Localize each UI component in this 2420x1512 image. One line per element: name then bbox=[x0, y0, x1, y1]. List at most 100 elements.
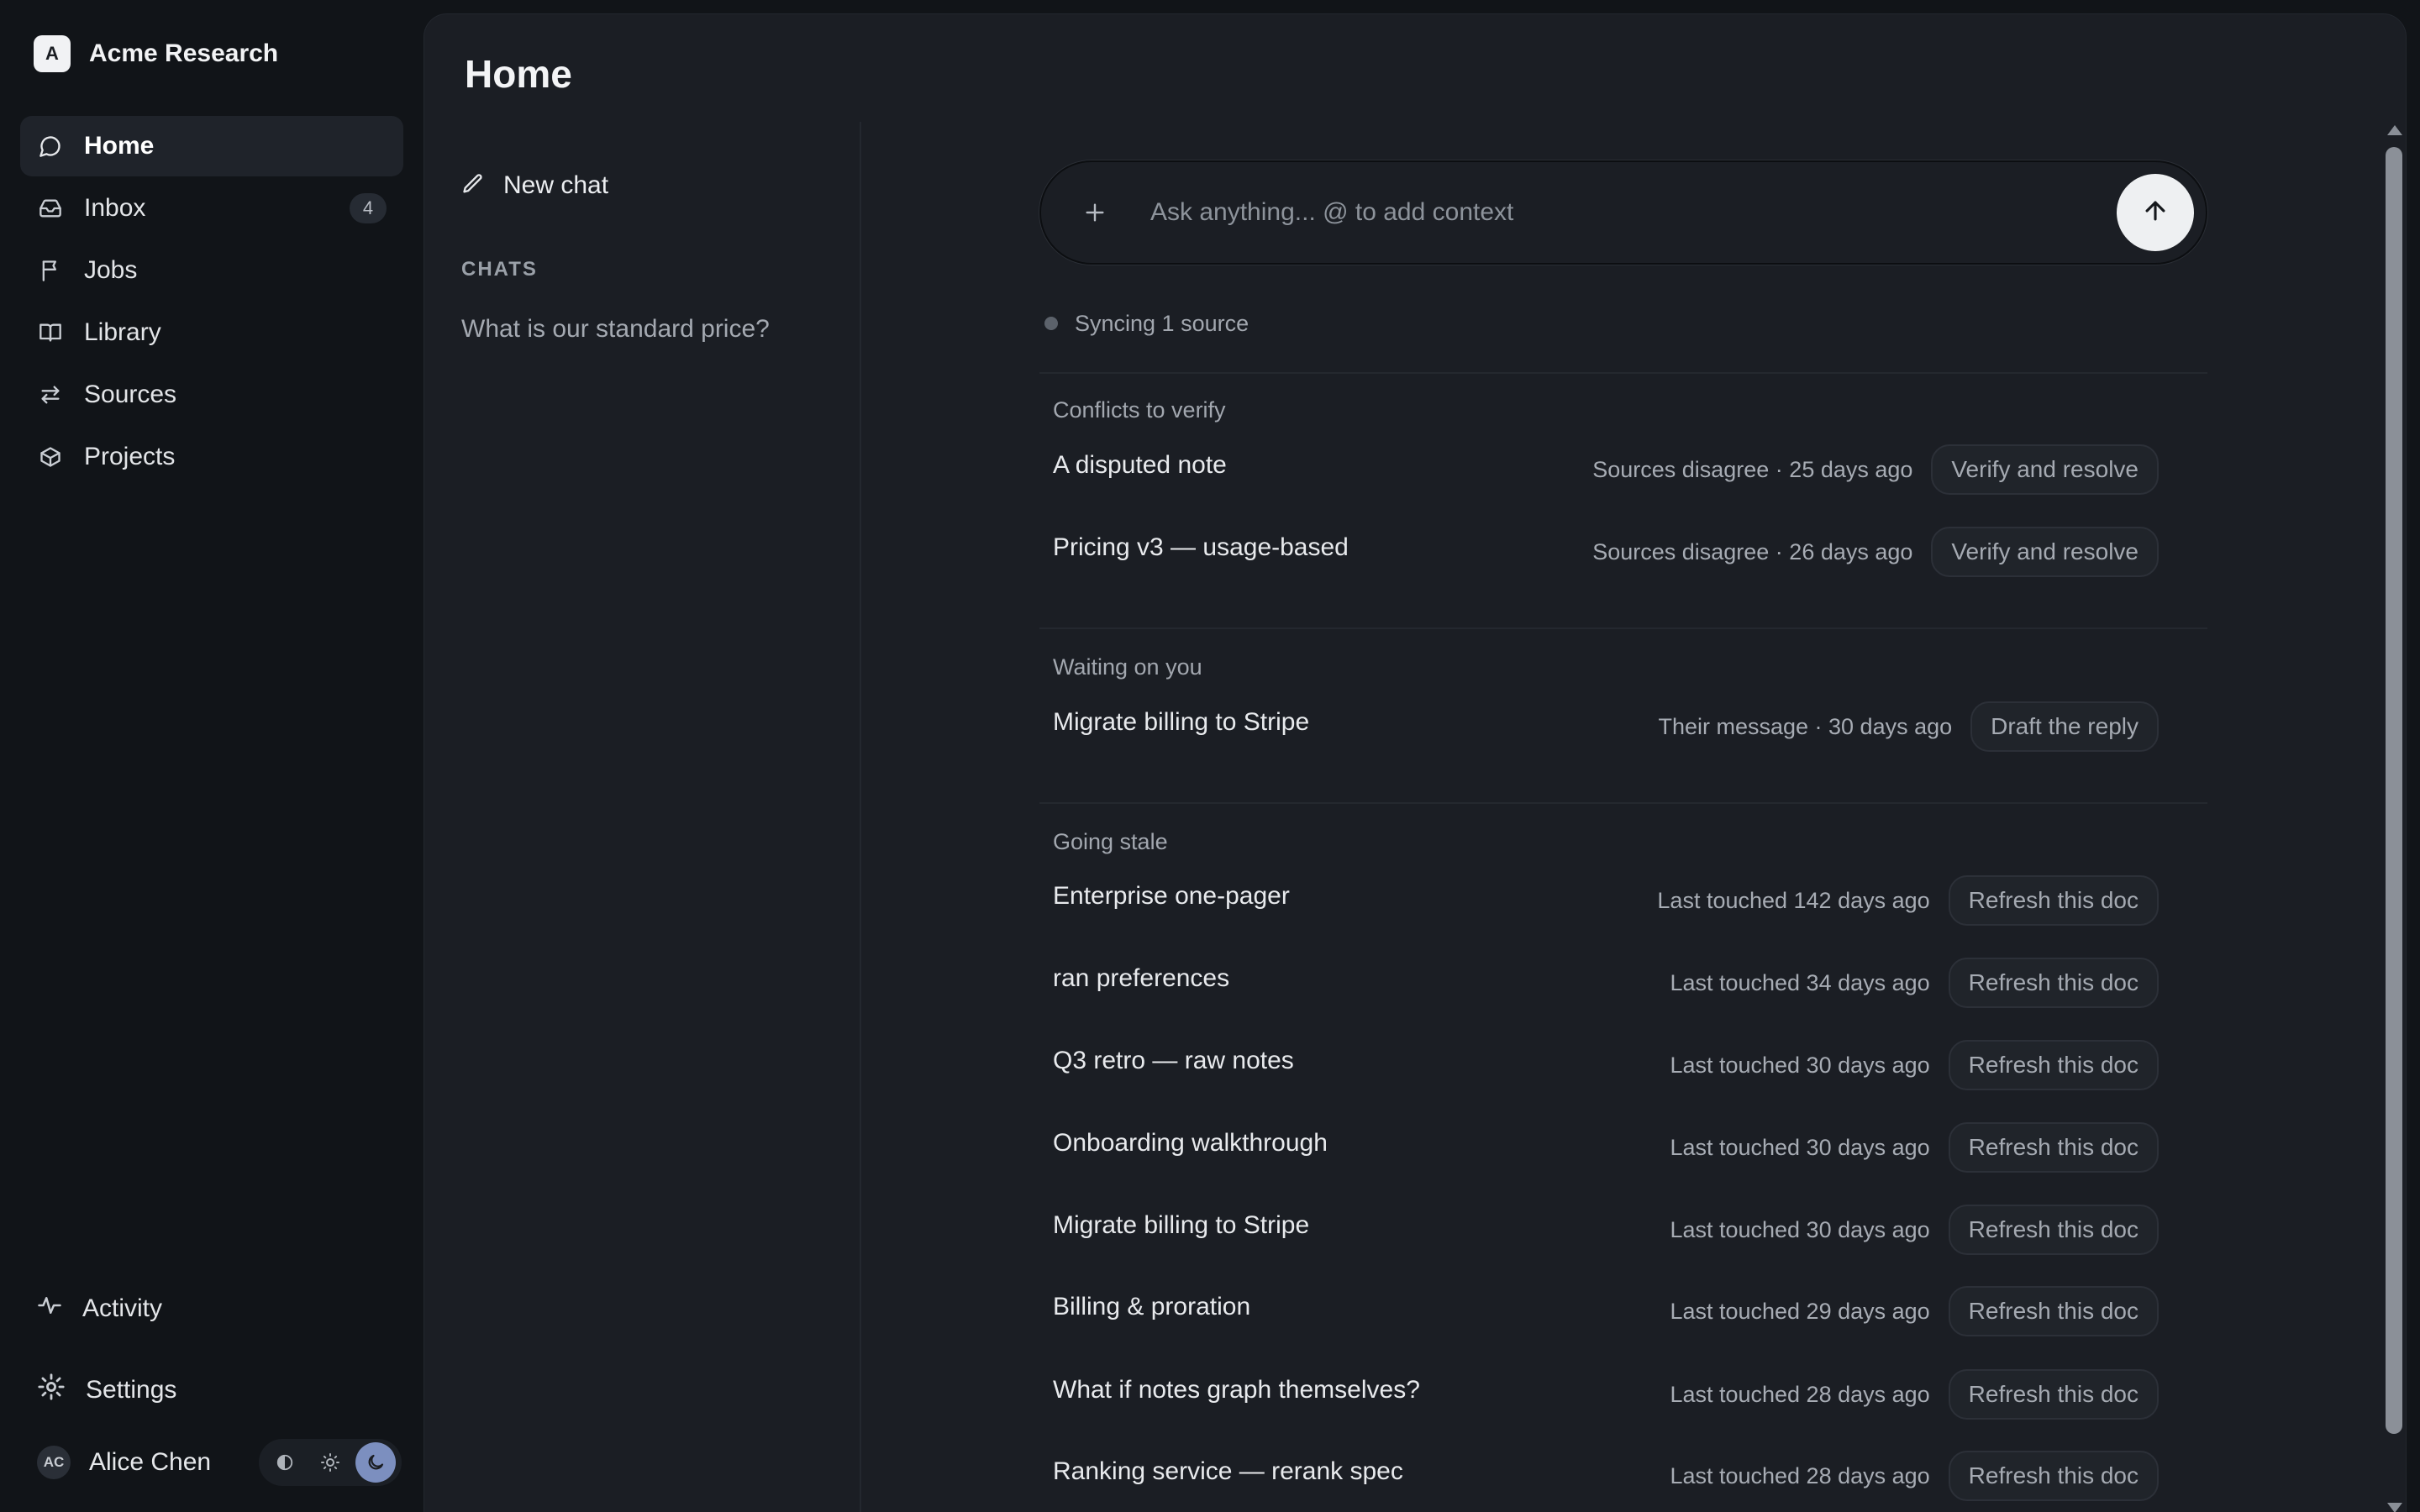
list-item: Pricing v3 — usage-based Sources disagre… bbox=[1053, 525, 2159, 579]
doc-title[interactable]: Q3 retro — raw notes bbox=[1053, 1047, 1294, 1075]
theme-toggle bbox=[259, 1439, 402, 1486]
draft-reply-button[interactable]: Draft the reply bbox=[1970, 701, 2159, 752]
doc-meta: Sources disagree · 25 days ago bbox=[1592, 456, 1913, 482]
doc-meta: Last touched 28 days ago bbox=[1670, 1462, 1930, 1488]
refresh-doc-button[interactable]: Refresh this doc bbox=[1948, 1122, 2159, 1173]
doc-title[interactable]: A disputed note bbox=[1053, 451, 1227, 480]
verify-resolve-button[interactable]: Verify and resolve bbox=[1931, 444, 2159, 495]
refresh-doc-button[interactable]: Refresh this doc bbox=[1948, 1286, 2159, 1336]
inbox-count-badge: 4 bbox=[350, 193, 387, 223]
ask-input[interactable] bbox=[1150, 187, 1991, 238]
sidebar-item-home[interactable]: Home bbox=[20, 116, 403, 176]
book-icon bbox=[37, 319, 64, 346]
sidebar-item-label: Projects bbox=[84, 443, 176, 470]
doc-meta: Sources disagree · 26 days ago bbox=[1592, 538, 1913, 564]
scroll-thumb[interactable] bbox=[2386, 147, 2402, 1434]
sidebar-item-library[interactable]: Library bbox=[20, 302, 403, 363]
doc-meta: Last touched 142 days ago bbox=[1657, 887, 1930, 913]
doc-meta: Last touched 28 days ago bbox=[1670, 1381, 1930, 1407]
sidebar-item-label: Settings bbox=[86, 1376, 177, 1404]
doc-meta: Last touched 29 days ago bbox=[1670, 1298, 1930, 1324]
doc-title[interactable]: Enterprise one-pager bbox=[1053, 882, 1290, 911]
verify-resolve-button[interactable]: Verify and resolve bbox=[1931, 527, 2159, 577]
sidebar-item-jobs[interactable]: Jobs bbox=[20, 240, 403, 301]
section-title-waiting: Waiting on you bbox=[1053, 654, 1202, 680]
list-item: Enterprise one-pager Last touched 142 da… bbox=[1053, 874, 2159, 927]
main-panel: Home New chat CHATS What is our standard… bbox=[424, 13, 2407, 1512]
doc-title[interactable]: Migrate billing to Stripe bbox=[1053, 1211, 1309, 1240]
arrow-up-icon bbox=[2141, 197, 2170, 229]
flag-icon bbox=[37, 257, 64, 284]
divider bbox=[1039, 627, 2207, 629]
app-root: A Acme Research Home Inbox 4 Jobs Librar… bbox=[0, 0, 2420, 1512]
sidebar-item-activity[interactable]: Activity bbox=[37, 1287, 162, 1331]
sidebar-item-inbox[interactable]: Inbox 4 bbox=[20, 178, 403, 239]
sidebar-item-label: Activity bbox=[82, 1294, 163, 1322]
list-item: Ranking service — rerank spec Last touch… bbox=[1053, 1449, 2159, 1503]
doc-title[interactable]: What if notes graph themselves? bbox=[1053, 1376, 1420, 1404]
arrows-swap-icon bbox=[37, 381, 64, 408]
sync-status: Syncing 1 source bbox=[1039, 307, 1249, 340]
list-item: What if notes graph themselves? Last tou… bbox=[1053, 1368, 2159, 1421]
scroll-up-arrow-icon[interactable] bbox=[2387, 125, 2402, 135]
sidebar: A Acme Research Home Inbox 4 Jobs Librar… bbox=[0, 0, 424, 1512]
new-chat-label: New chat bbox=[503, 171, 609, 199]
sidebar-nav: Home Inbox 4 Jobs Library Sources Projec… bbox=[20, 116, 403, 489]
page-title: Home bbox=[465, 52, 572, 96]
cube-icon bbox=[37, 444, 64, 470]
moon-icon[interactable] bbox=[355, 1442, 396, 1483]
scrollbar[interactable] bbox=[2382, 122, 2406, 1512]
refresh-doc-button[interactable]: Refresh this doc bbox=[1948, 1040, 2159, 1090]
sidebar-item-sources[interactable]: Sources bbox=[20, 365, 403, 425]
user-menu[interactable]: AC Alice Chen bbox=[37, 1441, 211, 1484]
chat-composer bbox=[1039, 160, 2207, 265]
scroll-down-arrow-icon[interactable] bbox=[2387, 1503, 2402, 1512]
divider bbox=[1039, 372, 2207, 374]
theme-system-icon[interactable] bbox=[265, 1442, 305, 1483]
refresh-doc-button[interactable]: Refresh this doc bbox=[1948, 1451, 2159, 1501]
list-item: Billing & proration Last touched 29 days… bbox=[1053, 1284, 2159, 1338]
avatar: AC bbox=[37, 1446, 71, 1479]
refresh-doc-button[interactable]: Refresh this doc bbox=[1948, 1369, 2159, 1420]
list-item: Q3 retro — raw notes Last touched 30 day… bbox=[1053, 1038, 2159, 1092]
pencil-icon bbox=[461, 172, 485, 200]
activity-pulse-icon bbox=[37, 1293, 62, 1325]
sidebar-item-projects[interactable]: Projects bbox=[20, 427, 403, 487]
workspace-logo: A bbox=[34, 35, 71, 72]
send-button[interactable] bbox=[2117, 174, 2194, 251]
doc-title[interactable]: Ranking service — rerank spec bbox=[1053, 1457, 1403, 1486]
sidebar-item-label: Jobs bbox=[84, 256, 138, 284]
chat-list-item[interactable]: What is our standard price? bbox=[461, 315, 770, 344]
new-chat-button[interactable]: New chat bbox=[461, 167, 608, 204]
doc-meta: Last touched 30 days ago bbox=[1670, 1134, 1930, 1160]
refresh-doc-button[interactable]: Refresh this doc bbox=[1948, 958, 2159, 1008]
doc-meta: Last touched 34 days ago bbox=[1670, 969, 1930, 995]
sidebar-item-settings[interactable]: Settings bbox=[37, 1368, 176, 1412]
divider bbox=[1039, 802, 2207, 804]
sync-status-text: Syncing 1 source bbox=[1075, 310, 1249, 336]
sun-icon[interactable] bbox=[310, 1442, 350, 1483]
doc-title[interactable]: Onboarding walkthrough bbox=[1053, 1129, 1328, 1158]
refresh-doc-button[interactable]: Refresh this doc bbox=[1948, 1205, 2159, 1255]
inbox-icon bbox=[37, 195, 64, 222]
doc-meta: Last touched 30 days ago bbox=[1670, 1216, 1930, 1242]
doc-meta: Their message · 30 days ago bbox=[1658, 713, 1953, 739]
sync-status-dot bbox=[1044, 317, 1058, 330]
sidebar-item-label: Library bbox=[84, 318, 161, 346]
doc-meta: Last touched 30 days ago bbox=[1670, 1052, 1930, 1078]
chats-panel: New chat CHATS What is our standard pric… bbox=[424, 122, 861, 1512]
list-item: Migrate billing to Stripe Their message … bbox=[1053, 700, 2159, 753]
section-title-conflicts: Conflicts to verify bbox=[1053, 397, 1226, 423]
doc-title[interactable]: ran preferences bbox=[1053, 964, 1229, 993]
doc-title[interactable]: Migrate billing to Stripe bbox=[1053, 708, 1309, 737]
workspace-switcher[interactable]: A Acme Research bbox=[34, 35, 278, 72]
user-name: Alice Chen bbox=[89, 1448, 212, 1476]
section-title-stale: Going stale bbox=[1053, 829, 1168, 854]
workspace-name: Acme Research bbox=[89, 39, 279, 67]
add-context-icon[interactable] bbox=[1075, 192, 1115, 233]
refresh-doc-button[interactable]: Refresh this doc bbox=[1948, 875, 2159, 926]
doc-title[interactable]: Billing & proration bbox=[1053, 1293, 1250, 1321]
sidebar-item-label: Inbox bbox=[84, 194, 146, 222]
list-item: ran preferences Last touched 34 days ago… bbox=[1053, 956, 2159, 1010]
doc-title[interactable]: Pricing v3 — usage-based bbox=[1053, 533, 1349, 562]
